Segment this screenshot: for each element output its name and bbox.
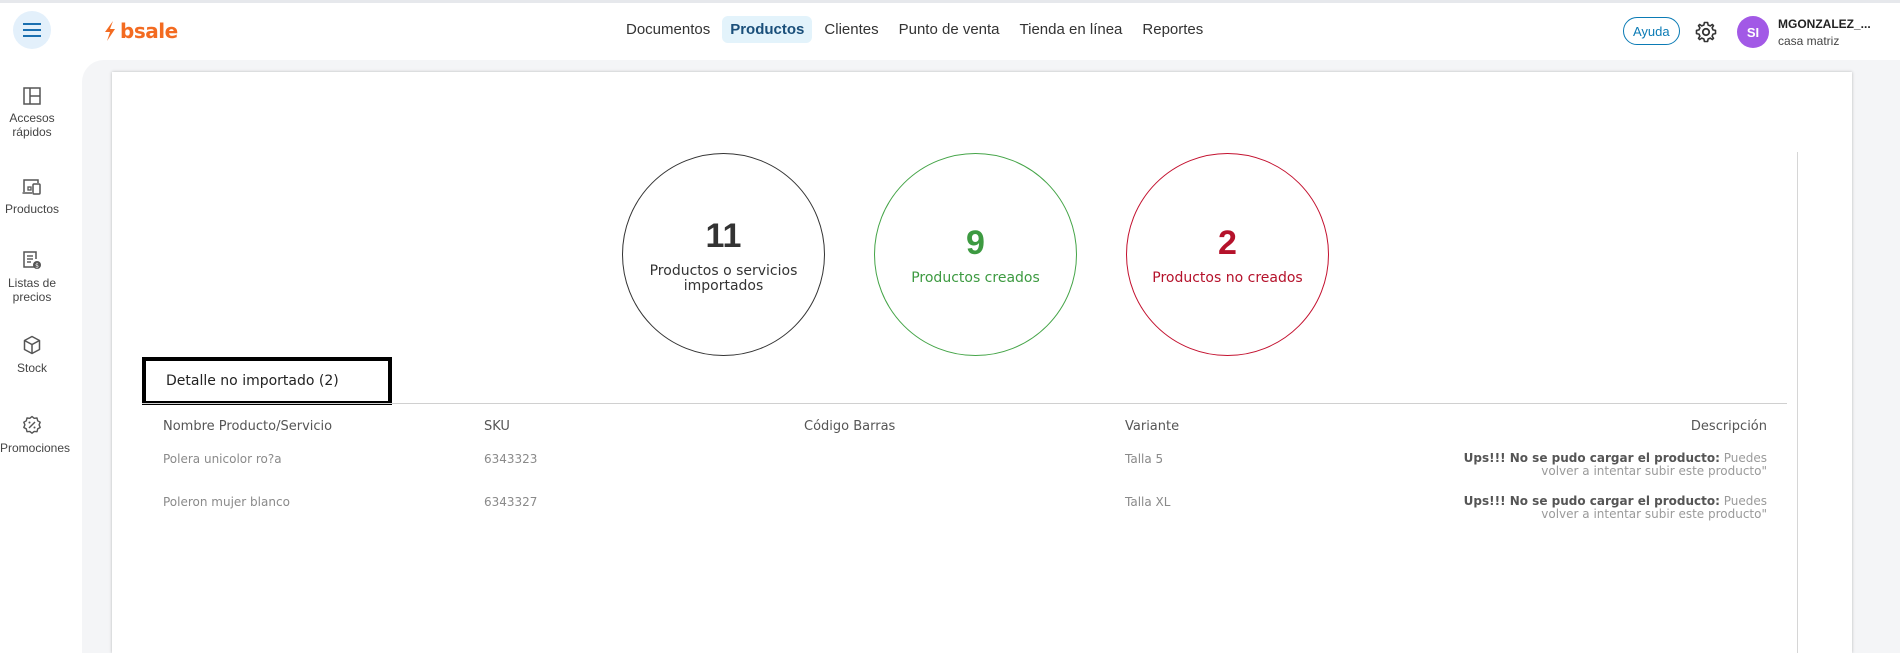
row-1-description: Ups!!! No se pudo cargar el producto: Pu…: [1427, 452, 1767, 478]
tab-divider: [142, 403, 1787, 404]
column-header-description: Descripción: [1690, 419, 1767, 434]
row-2-name: Poleron mujer blanco: [163, 495, 290, 509]
bolt-logo-icon: [105, 21, 115, 41]
sidebar-item-promociones[interactable]: Promociones: [0, 415, 71, 455]
divider: [1797, 152, 1798, 653]
summary-not-created-circle: 2 Productos no creados: [1126, 153, 1329, 356]
column-header-variant: Variante: [1125, 419, 1180, 434]
summary-created-value: 9: [966, 224, 985, 262]
nav-tienda-en-linea[interactable]: Tienda en línea: [1012, 16, 1131, 43]
tab-detalle-no-importado[interactable]: Detalle no importado (2): [142, 357, 392, 405]
avatar[interactable]: SI: [1737, 16, 1769, 48]
sidebar-item-label: Accesos rápidos: [9, 111, 55, 139]
row-2-sku: 6343327: [484, 495, 538, 509]
logo-text: bsale: [120, 19, 178, 43]
top-header: bsale Documentos Productos Clientes Punt…: [0, 3, 1900, 59]
summary-not-created-label: Productos no creados: [1152, 270, 1303, 286]
main-nav: Documentos Productos Clientes Punto de v…: [618, 16, 1211, 43]
svg-text:$: $: [35, 263, 39, 270]
gear-icon[interactable]: [1694, 20, 1718, 44]
summary-total-circle: 11 Productos o servicios importados: [622, 153, 825, 356]
nav-reportes[interactable]: Reportes: [1134, 16, 1211, 43]
summary-total-label: Productos o servicios importados: [649, 262, 798, 294]
hamburger-icon: [23, 23, 41, 37]
nav-documentos[interactable]: Documentos: [618, 16, 718, 43]
nav-punto-de-venta[interactable]: Punto de venta: [891, 16, 1008, 43]
sidebar-item-stock[interactable]: Stock: [0, 335, 64, 375]
row-1-description-error: Ups!!! No se pudo cargar el producto:: [1463, 451, 1720, 465]
sidebar-item-accesos-rapidos[interactable]: Accesos rápidos: [0, 87, 64, 139]
layout-icon: [23, 87, 41, 105]
products-icon: [22, 179, 41, 195]
summary-not-created-value: 2: [1218, 224, 1237, 262]
sidebar-item-productos[interactable]: Productos: [0, 178, 64, 216]
sidebar-item-label: Stock: [16, 361, 47, 375]
sidebar-item-label: Listas de precios: [7, 276, 57, 304]
nav-clientes[interactable]: Clientes: [816, 16, 886, 43]
column-header-name: Nombre Producto/Servicio: [163, 419, 333, 434]
summary-created-circle: 9 Productos creados: [874, 153, 1077, 356]
sidebar-item-listas-de-precios[interactable]: $ Listas de precios: [0, 250, 64, 304]
bsale-logo[interactable]: bsale: [103, 19, 178, 43]
sidebar: Accesos rápidos Productos $ Listas de pr…: [0, 59, 70, 653]
row-2-description-error: Ups!!! No se pudo cargar el producto:: [1463, 494, 1720, 508]
row-1-sku: 6343323: [484, 452, 538, 466]
sidebar-item-label: Productos: [4, 202, 60, 216]
column-header-sku: SKU: [484, 419, 510, 434]
row-1-variant: Talla 5: [1125, 452, 1164, 466]
price-list-icon: $: [23, 251, 41, 270]
sidebar-item-label: Promociones: [0, 441, 71, 455]
nav-productos[interactable]: Productos: [722, 16, 813, 43]
row-1-name: Polera unicolor ro?a: [163, 452, 282, 466]
promo-badge-icon: [23, 415, 41, 434]
hamburger-menu-button[interactable]: [13, 11, 51, 49]
row-2-description: Ups!!! No se pudo cargar el producto: Pu…: [1427, 495, 1767, 521]
row-2-variant: Talla XL: [1125, 495, 1171, 509]
help-button[interactable]: Ayuda: [1623, 17, 1680, 45]
summary-total-value: 11: [705, 216, 742, 255]
summary-created-label: Productos creados: [911, 270, 1040, 286]
column-header-barcode: Código Barras: [804, 419, 896, 434]
user-name[interactable]: MGONZALEZ_...: [1778, 17, 1871, 31]
box-icon: [23, 335, 41, 355]
user-branch: casa matriz: [1778, 34, 1840, 48]
